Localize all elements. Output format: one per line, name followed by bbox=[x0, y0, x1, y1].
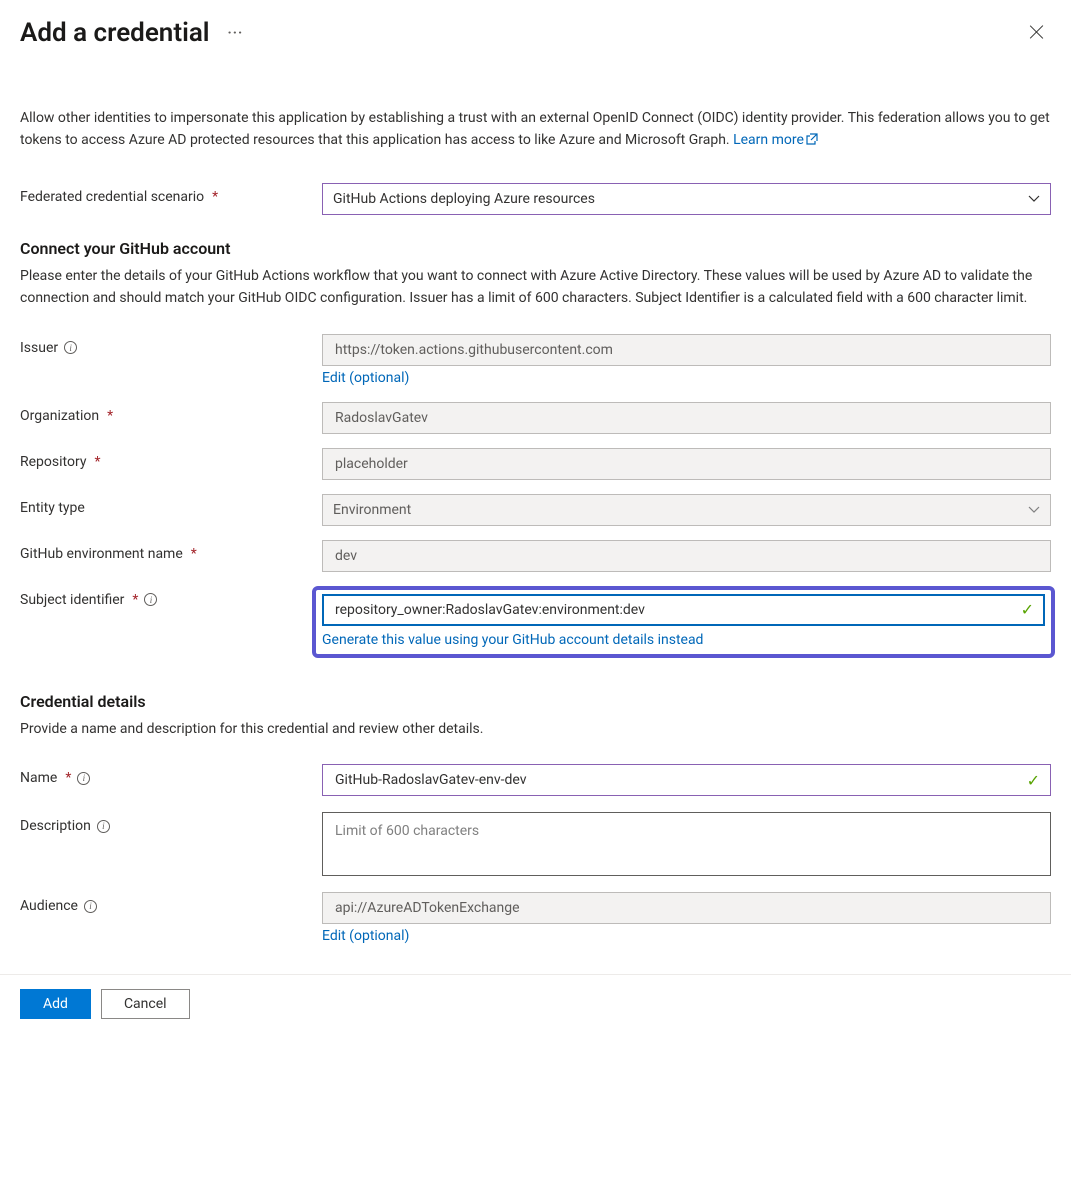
scenario-value: GitHub Actions deploying Azure resources bbox=[333, 191, 595, 207]
generate-link[interactable]: Generate this value using your GitHub ac… bbox=[322, 632, 703, 648]
env-value[interactable] bbox=[333, 547, 1040, 565]
subject-input[interactable]: ✓ bbox=[322, 594, 1045, 626]
cancel-button[interactable]: Cancel bbox=[101, 989, 190, 1019]
learn-more-link[interactable]: Learn more bbox=[733, 132, 818, 148]
description-label: Description bbox=[20, 818, 91, 834]
page-title: Add a credential bbox=[20, 18, 210, 48]
issuer-input bbox=[322, 334, 1051, 366]
env-input[interactable] bbox=[322, 540, 1051, 572]
issuer-edit-link[interactable]: Edit (optional) bbox=[322, 370, 409, 386]
subject-value[interactable] bbox=[333, 601, 1015, 619]
subject-highlight: ✓ Generate this value using your GitHub … bbox=[312, 586, 1055, 658]
external-link-icon bbox=[806, 131, 818, 143]
info-icon[interactable]: i bbox=[64, 341, 77, 354]
entity-value: Environment bbox=[333, 502, 411, 518]
env-label: GitHub environment name bbox=[20, 546, 183, 562]
check-icon: ✓ bbox=[1027, 771, 1040, 790]
info-icon[interactable]: i bbox=[77, 772, 90, 785]
name-input[interactable]: ✓ bbox=[322, 764, 1051, 796]
audience-value bbox=[333, 899, 1040, 917]
connect-desc: Please enter the details of your GitHub … bbox=[20, 266, 1051, 309]
repo-input[interactable] bbox=[322, 448, 1051, 480]
chevron-down-icon bbox=[1028, 504, 1040, 516]
issuer-label: Issuer bbox=[20, 340, 58, 356]
required-marker: * bbox=[191, 546, 197, 562]
info-icon[interactable]: i bbox=[84, 900, 97, 913]
issuer-value bbox=[333, 341, 1040, 359]
required-marker: * bbox=[212, 189, 218, 205]
more-menu-icon[interactable]: ··· bbox=[228, 23, 244, 43]
name-value[interactable] bbox=[333, 771, 1021, 789]
audience-input bbox=[322, 892, 1051, 924]
subject-label: Subject identifier bbox=[20, 592, 124, 608]
name-label: Name bbox=[20, 770, 57, 786]
info-icon[interactable]: i bbox=[97, 820, 110, 833]
entity-label: Entity type bbox=[20, 500, 85, 516]
audience-label: Audience bbox=[20, 898, 78, 914]
chevron-down-icon bbox=[1028, 193, 1040, 205]
org-label: Organization bbox=[20, 408, 99, 424]
scenario-label: Federated credential scenario bbox=[20, 189, 204, 205]
connect-heading: Connect your GitHub account bbox=[20, 239, 1051, 258]
repo-label: Repository bbox=[20, 454, 86, 470]
description-input[interactable] bbox=[322, 812, 1051, 876]
required-marker: * bbox=[107, 408, 113, 424]
org-value[interactable] bbox=[333, 409, 1040, 427]
intro-text: Allow other identities to impersonate th… bbox=[20, 108, 1051, 151]
info-icon[interactable]: i bbox=[144, 593, 157, 606]
entity-select[interactable]: Environment bbox=[322, 494, 1051, 526]
description-textarea[interactable] bbox=[333, 821, 1040, 867]
close-icon[interactable] bbox=[1029, 24, 1045, 40]
required-marker: * bbox=[132, 592, 138, 608]
org-input[interactable] bbox=[322, 402, 1051, 434]
add-button[interactable]: Add bbox=[20, 989, 91, 1019]
required-marker: * bbox=[94, 454, 100, 470]
scenario-select[interactable]: GitHub Actions deploying Azure resources bbox=[322, 183, 1051, 215]
intro-body: Allow other identities to impersonate th… bbox=[20, 110, 1050, 148]
required-marker: * bbox=[65, 770, 71, 786]
repo-value[interactable] bbox=[333, 455, 1040, 473]
details-heading: Credential details bbox=[20, 692, 1051, 711]
audience-edit-link[interactable]: Edit (optional) bbox=[322, 928, 409, 944]
check-icon: ✓ bbox=[1021, 600, 1034, 619]
details-desc: Provide a name and description for this … bbox=[20, 719, 1051, 741]
